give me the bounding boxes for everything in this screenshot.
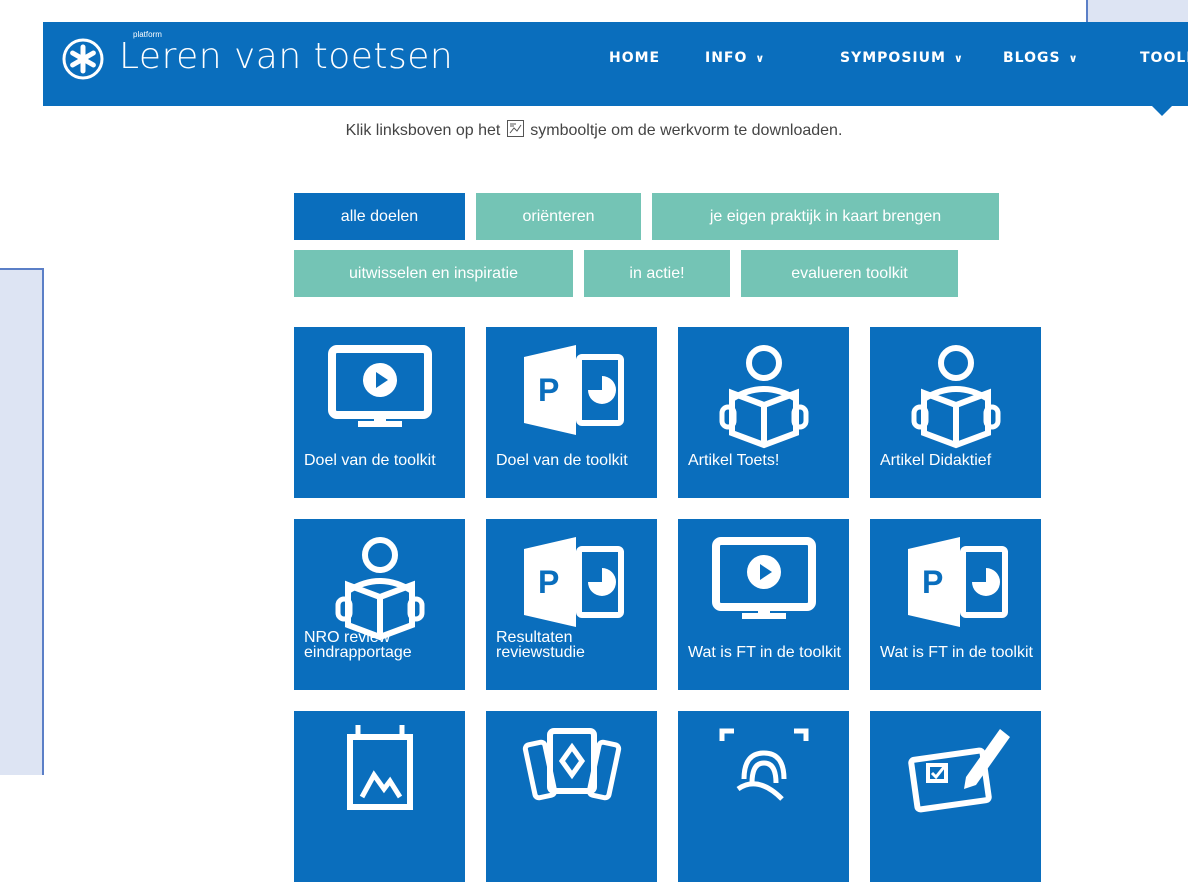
toolkit-tile[interactable]	[294, 711, 465, 882]
filter-button[interactable]: uitwisselen en inspiratie	[294, 250, 573, 297]
svg-text:P: P	[922, 564, 943, 600]
right-side-panel	[1086, 0, 1188, 22]
powerpoint-icon: P	[524, 537, 624, 627]
tile-label: Resultaten reviewstudie	[496, 629, 585, 661]
chevron-down-icon: ∨	[1068, 51, 1079, 65]
chevron-down-icon: ∨	[953, 51, 964, 65]
toolkit-tile[interactable]: P Resultaten reviewstudie	[486, 519, 657, 690]
tile-label: Wat is FT in de toolkit	[688, 644, 841, 661]
nav-item-blogs[interactable]: BLOGS ∨	[1003, 50, 1079, 66]
reader-book-icon	[335, 537, 425, 641]
tile-label: Doel van de toolkit	[304, 452, 436, 469]
monitor-play-icon	[712, 537, 816, 619]
toolkit-tile[interactable]: Artikel Toets!	[678, 327, 849, 498]
tile-label: Artikel Didaktief	[880, 452, 992, 469]
playing-cards-icon	[522, 728, 622, 801]
toolkit-tile[interactable]	[678, 711, 849, 882]
filter-button[interactable]: in actie!	[584, 250, 730, 297]
toolkit-tile[interactable]: P Wat is FT in de toolkit	[870, 519, 1041, 690]
toolkit-tile[interactable]	[486, 711, 657, 882]
left-side-panel	[0, 268, 44, 775]
toolkit-tile[interactable]	[870, 711, 1041, 882]
svg-text:P: P	[538, 372, 559, 408]
nav-item-label: HOME	[609, 50, 661, 66]
tile-label: Doel van de toolkit	[496, 452, 628, 469]
filter-button[interactable]: oriënteren	[476, 193, 641, 240]
active-nav-pointer	[1150, 104, 1174, 116]
monitor-play-icon	[328, 345, 432, 427]
toolkit-tile[interactable]: NRO review eindrapportage	[294, 519, 465, 690]
toolkit-tile[interactable]: Artikel Didaktief	[870, 327, 1041, 498]
asterisk-logo-icon	[62, 38, 104, 80]
hanging-poster-icon	[347, 725, 413, 810]
nav-item-info[interactable]: INFO ∨	[705, 50, 765, 66]
nav-item-symposium[interactable]: SYMPOSIUM ∨	[840, 50, 964, 66]
toolkit-tile[interactable]: P Doel van de toolkit	[486, 327, 657, 498]
svg-text:P: P	[538, 564, 559, 600]
download-instruction: Klik linksboven op het symbooltje om de …	[0, 120, 1188, 140]
nav-item-label: SYMPOSIUM	[840, 50, 946, 66]
instruction-text-before: Klik linksboven op het	[345, 122, 501, 139]
instruction-text-after: symbooltje om de werkvorm te downloaden.	[530, 122, 843, 139]
filter-button[interactable]: alle doelen	[294, 193, 465, 240]
powerpoint-icon: P	[524, 345, 624, 435]
download-symbol-icon	[506, 120, 524, 137]
nav-item-home[interactable]: HOME	[609, 50, 660, 66]
reader-book-icon	[911, 345, 1001, 449]
site-header: platform Leren van toetsen HOME INFO ∨ SYMP…	[43, 22, 1188, 106]
nav-item-label: INFO	[705, 50, 748, 66]
powerpoint-icon: P	[908, 537, 1008, 627]
logo-text: Leren van toetsen	[119, 36, 454, 77]
reader-book-icon	[719, 345, 809, 449]
tile-label: Wat is FT in de toolkit	[880, 644, 1033, 661]
filter-button[interactable]: je eigen praktijk in kaart brengen	[652, 193, 999, 240]
fingerprint-scan-icon	[719, 728, 809, 801]
toolkit-tile[interactable]: Wat is FT in de toolkit	[678, 519, 849, 690]
nav-item-label: BLOGS	[1003, 50, 1061, 66]
tile-label: NRO review eindrapportage	[304, 629, 412, 661]
nav-item-toolkit[interactable]: TOOLKIT	[1140, 50, 1188, 66]
write-form-icon	[908, 729, 1010, 813]
nav-item-label: TOOLKIT	[1140, 50, 1188, 66]
site-logo[interactable]: platform Leren van toetsen	[61, 30, 453, 84]
tile-label: Artikel Toets!	[688, 452, 780, 469]
chevron-down-icon: ∨	[755, 51, 766, 65]
toolkit-tile[interactable]: Doel van de toolkit	[294, 327, 465, 498]
filter-button[interactable]: evalueren toolkit	[741, 250, 958, 297]
